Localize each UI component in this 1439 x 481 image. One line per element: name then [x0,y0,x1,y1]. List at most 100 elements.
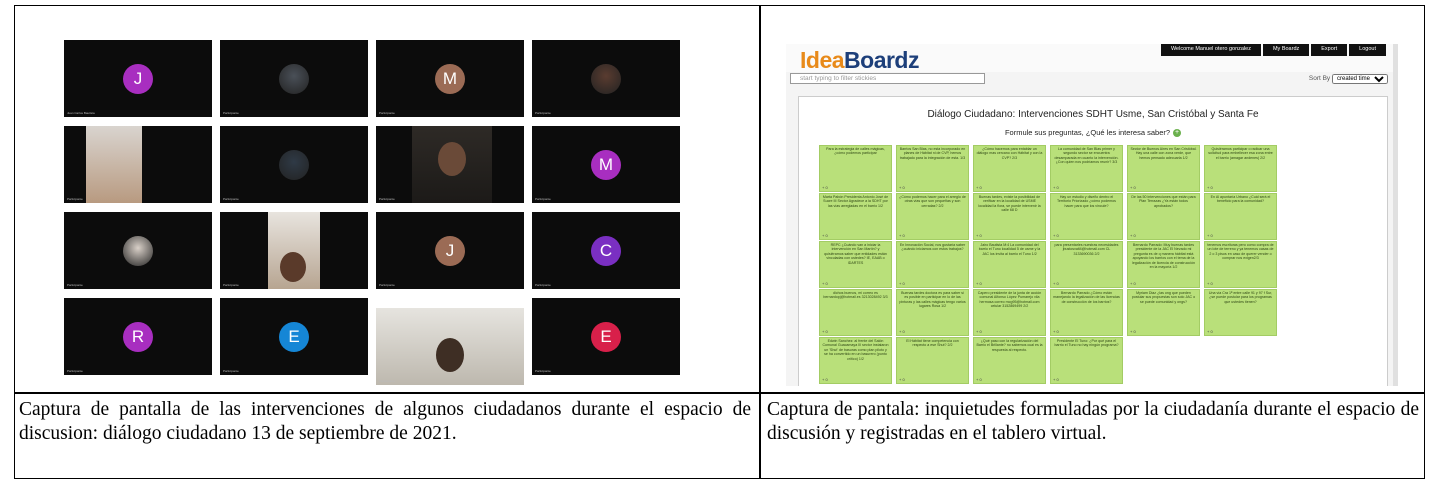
participant-tile: Participante [64,126,212,203]
sticky-votes[interactable]: + 0 [1207,329,1213,334]
sticky-votes[interactable]: + 0 [1130,281,1136,286]
sticky-note[interactable]: dichos buenos, mi correo es bernardopj@h… [819,289,892,336]
sticky-votes[interactable]: + 0 [1053,185,1059,190]
sticky-text: tenemos escrituras pero como compra de u… [1207,243,1274,261]
sticky-note[interactable]: Buenas tardes doctora es para saber si e… [896,289,969,336]
sticky-note[interactable]: Marta Pabón Presidenta Antonio José de S… [819,193,892,240]
sticky-votes[interactable]: + 0 [976,329,982,334]
participant-name: Juan Carlos Bautista [67,111,95,115]
sticky-votes[interactable]: + 0 [1130,233,1136,238]
sticky-note[interactable]: ¿Cómo hacemos para entablar un diálogo m… [973,145,1046,192]
board-prompt: Formule sus preguntas, ¿Qué les interesa… [1004,128,1182,138]
participant-tile: R Participante [64,298,212,375]
sticky-note[interactable]: Jairo Bautista M:4 La comunidad del barr… [973,241,1046,288]
ideaboardz-logo: IdeaBoardz [800,47,919,73]
sticky-votes[interactable]: + 0 [1053,329,1059,334]
participant-tile: Participante [64,212,212,289]
sticky-note[interactable]: En Innovación Social, nos gustaría saber… [896,241,969,288]
logout-link[interactable]: Logout [1349,44,1386,56]
sticky-votes[interactable]: + 0 [899,233,905,238]
sticky-votes[interactable]: + 0 [822,281,828,286]
sticky-votes[interactable]: + 0 [1053,377,1059,382]
participant-name: Participante [535,111,551,115]
sticky-votes[interactable]: + 0 [976,233,982,238]
sticky-note[interactable]: La comunidad de San Blas primer y segund… [1050,145,1123,192]
board-panel: Diálogo Ciudadano: Intervenciones SDHT U… [798,96,1388,386]
sticky-text: El Hábitat tiene competencia con respect… [906,339,959,348]
sticky-votes[interactable]: + 0 [899,281,905,286]
sticky-note[interactable]: Bernardo Parrado: Muy buenas tardes pres… [1127,241,1200,288]
sticky-votes[interactable]: + 0 [976,377,982,382]
sticky-votes[interactable]: + 0 [822,185,828,190]
sticky-note[interactable]: Hay un estudio y diseño dentro el Territ… [1050,193,1123,240]
participant-name: Participante [379,111,395,115]
sticky-votes[interactable]: + 0 [976,281,982,286]
sticky-note[interactable]: Sector de Buenos Aires en San Cristóbal.… [1127,145,1200,192]
sticky-note[interactable]: Myriam Diaz ¿las ong que pueden postular… [1127,289,1200,336]
sticky-text: En Al apuntaría Urbano ¿Cuál será el ben… [1210,195,1271,204]
sticky-votes[interactable]: + 0 [1053,281,1059,286]
sticky-note[interactable]: Edwin Sanchez: al frente del Salón Comun… [819,337,892,384]
sticky-text: De las 50 intervenciones que están para … [1131,195,1196,208]
sticky-note[interactable]: ¿Qué paso con la regularización del Barr… [973,337,1046,384]
sticky-votes[interactable]: + 0 [899,329,905,334]
add-sticky-icon[interactable]: + [1173,129,1182,138]
sticky-note[interactable]: En Al apuntaría Urbano ¿Cuál será el ben… [1204,193,1277,240]
participant-tile: M Participante [376,40,524,117]
sticky-note[interactable]: REPC ¿Cuándo van a iniciar la intervenci… [819,241,892,288]
sticky-note[interactable]: Capero presidente de la junta de acción … [973,289,1046,336]
participant-tile: Participante [532,40,680,117]
sort-control: Sort By created time [1309,74,1388,84]
sticky-votes[interactable]: + 0 [1130,185,1136,190]
sticky-note[interactable]: Una vía Cra 1ª entre calle 91 y 97 f Sur… [1204,289,1277,336]
sticky-note[interactable]: Barrios San Blas, no esta incorporado en… [896,145,969,192]
sticky-votes[interactable]: + 0 [1053,233,1059,238]
sticky-votes[interactable]: + 0 [822,233,828,238]
sticky-note[interactable]: ¿Cómo podemos hacer para el arreglo de o… [896,193,969,240]
sticky-votes[interactable]: + 0 [1207,233,1213,238]
participant-name: Participante [379,379,395,383]
sticky-text: Hay un estudio y diseño dentro el Territ… [1057,195,1116,208]
participant-tile: Participante [220,126,368,203]
scrollbar[interactable] [1393,44,1398,386]
participant-tile: Participante [220,40,368,117]
sticky-note[interactable]: Buenas tardes, existe la posibilidad de … [973,193,1046,240]
my-boardz-link[interactable]: My Boardz [1262,44,1310,56]
participant-tile: J Juan Carlos Bautista [64,40,212,117]
participant-video [376,308,524,385]
sticky-text: Barrios San Blas, no esta incorporado en… [899,147,966,160]
sticky-note[interactable]: Bernardo Parrado ¿Cómo están manejando l… [1050,289,1123,336]
sticky-votes[interactable]: + 0 [1130,329,1136,334]
sticky-note[interactable]: Para la estrategia de calles mágicas, ¿c… [819,145,892,192]
participant-photo [591,63,621,94]
sticky-votes[interactable]: + 0 [976,185,982,190]
caption-left: Captura de pantalla de las intervencione… [19,399,751,444]
sticky-note[interactable]: El Hábitat tiene competencia con respect… [896,337,969,384]
export-link[interactable]: Export [1311,44,1348,56]
sticky-note[interactable]: De las 50 intervenciones que están para … [1127,193,1200,240]
sticky-votes[interactable]: + 0 [899,185,905,190]
participant-name: Participante [535,369,551,373]
sticky-votes[interactable]: + 0 [822,329,828,334]
sticky-text: Sector de Buenos Aires en San Cristóbal.… [1130,147,1197,160]
sticky-note[interactable]: Quisiéramos participar o radicar una sol… [1204,145,1277,192]
participant-video [412,126,492,203]
sticky-text: Edwin Sanchez: al frente del Salón Comun… [822,339,889,361]
participant-avatar: M [435,63,465,94]
sticky-text: Marta Pabón Presidenta Antonio José de S… [822,195,889,208]
sticky-votes[interactable]: + 0 [822,377,828,382]
sticky-note[interactable]: tenemos escrituras pero como compra de u… [1204,241,1277,288]
participant-tile: E Participante [220,298,368,375]
sticky-text: Una vía Cra 1ª entre calle 91 y 97 f Sur… [1208,291,1273,304]
sticky-votes[interactable]: + 0 [1207,185,1213,190]
filter-search-input[interactable]: start typing to filter stickies [790,73,985,84]
participant-photo [123,235,153,266]
sort-select[interactable]: created time [1332,74,1388,84]
sticky-votes[interactable]: + 0 [899,377,905,382]
sticky-text: En Innovación Social, nos gustaría saber… [899,243,966,252]
participant-tile: E Participante [532,298,680,375]
sticky-note[interactable]: Presidente El Tuno: ¿Por qué para el bar… [1050,337,1123,384]
sticky-votes[interactable]: + 0 [1207,281,1213,286]
participant-avatar: R [123,321,153,352]
sticky-note[interactable]: para presentarles nuestras necesidades j… [1050,241,1123,288]
